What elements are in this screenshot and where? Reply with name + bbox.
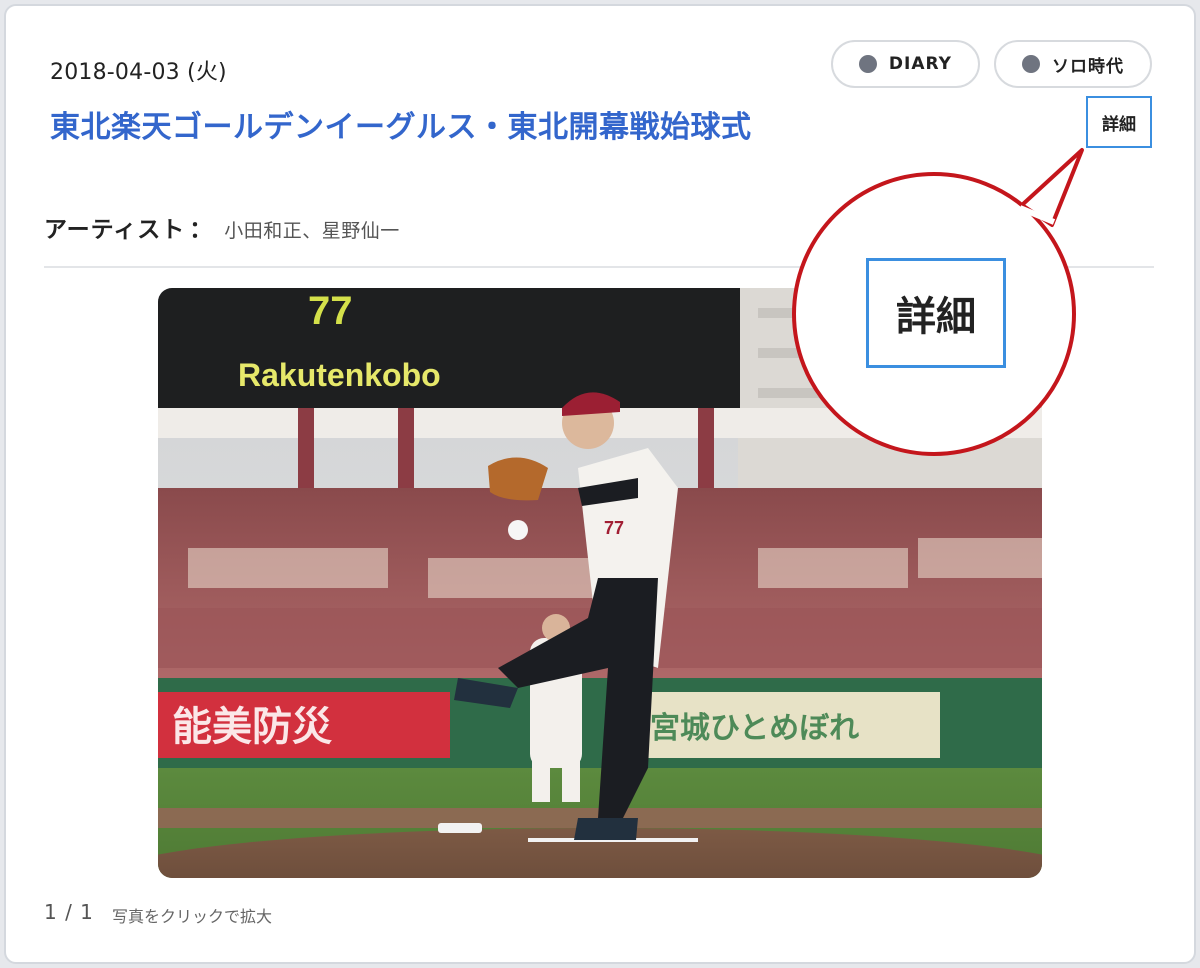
banner-left-text: 能美防災 [172, 705, 332, 749]
artist-row: アーティスト ： 小田和正、星野仙一 [44, 210, 400, 244]
post-title[interactable]: 東北楽天ゴールデンイーグルス・東北開幕戦始球式 [50, 102, 752, 146]
tag-dot-icon [1022, 55, 1040, 73]
gallery-pager: 1 / 1 [44, 900, 94, 924]
gallery-hint: 写真をクリックで拡大 [112, 907, 273, 926]
artist-colon: ： [189, 217, 213, 243]
detail-button[interactable]: 詳細 [1086, 96, 1152, 148]
artist-label: アーティスト [44, 217, 186, 243]
scoreboard-number: 77 [308, 289, 353, 333]
tag-solo-era[interactable]: ソロ時代 [994, 40, 1152, 88]
tag-dot-icon [858, 55, 877, 73]
post-date: 2018-04-03 (火) [50, 60, 227, 85]
tag-label: DIARY [888, 54, 952, 74]
gallery-photo[interactable]: 77 Rakutenkobo 能美防災 宮城ひとめぼれ 77 [158, 288, 1042, 878]
tag-list: DIARY ソロ時代 [830, 40, 1152, 88]
scoreboard-sponsor: Rakutenkobo [238, 357, 441, 393]
tag-diary[interactable]: DIARY [830, 40, 980, 88]
callout-detail-label: 詳細 [866, 258, 1006, 368]
banner-right-text: 宮城ひとめぼれ [650, 712, 859, 745]
artist-names: 小田和正、星野仙一 [224, 220, 400, 242]
svg-text:77: 77 [604, 518, 624, 538]
tag-label: ソロ時代 [1052, 56, 1124, 77]
